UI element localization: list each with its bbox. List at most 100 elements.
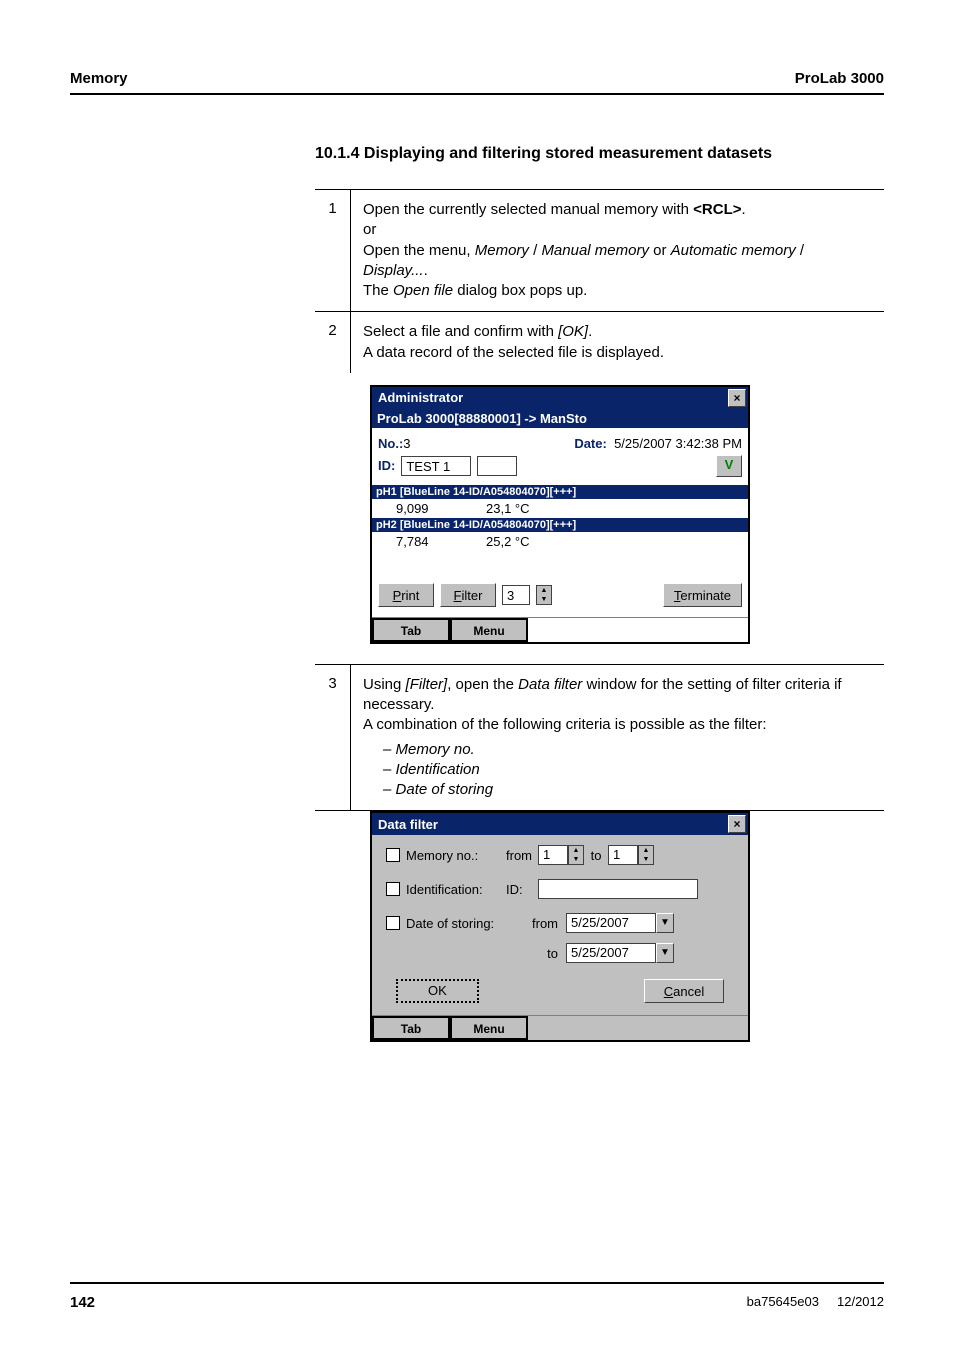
- step1-textb: .: [742, 201, 746, 218]
- spinner-down-icon[interactable]: ▼: [537, 595, 551, 604]
- ph2-val2: 25,2 °C: [486, 534, 576, 549]
- spinner-up-icon[interactable]: ▲: [569, 846, 583, 855]
- identification-label: Identification:: [406, 882, 506, 897]
- doc-id: ba75645e03: [747, 1294, 819, 1309]
- rcl-key: <RCL>: [693, 201, 741, 218]
- data-filter-ref: Data filter: [518, 676, 582, 693]
- filter-u: F: [454, 588, 462, 603]
- step-2-body: Select a file and confirm with [OK]. A d…: [351, 312, 884, 373]
- date-of-storing-checkbox[interactable]: [386, 916, 400, 930]
- s3-l1b: , open the: [447, 676, 518, 693]
- step2-dot: .: [588, 323, 592, 340]
- close-icon-2[interactable]: ×: [728, 815, 746, 833]
- cancel-button[interactable]: Cancel: [644, 979, 724, 1003]
- sep1: /: [529, 242, 542, 259]
- bullet-identification: Identification: [383, 760, 872, 780]
- sep3: /: [796, 242, 804, 259]
- menu-button[interactable]: Menu: [450, 618, 528, 642]
- step-3-body: Using [Filter], open the Data filter win…: [351, 665, 884, 811]
- cancel-rest: ancel: [673, 984, 704, 999]
- bullet-memory-no: Memory no.: [383, 740, 872, 760]
- ph1-header: pH1 [BlueLine 14-ID/A054804070][+++]: [372, 485, 748, 499]
- step1-l3b: dialog box pops up.: [453, 282, 587, 299]
- ok-button[interactable]: OK: [396, 979, 479, 1003]
- step1-text: Open the currently selected manual memor…: [363, 201, 693, 218]
- filter-rest: ilter: [462, 588, 483, 603]
- id-input[interactable]: TEST 1: [401, 456, 471, 476]
- memory-to-input[interactable]: 1: [608, 845, 638, 865]
- cancel-u: C: [664, 984, 673, 999]
- spinner-value[interactable]: 3: [502, 585, 530, 605]
- terminate-button[interactable]: Terminate: [663, 583, 742, 607]
- memory-from-spinner[interactable]: ▲▼: [568, 845, 584, 865]
- no-value: 3: [403, 436, 410, 451]
- spinner-control[interactable]: ▲▼: [536, 585, 552, 605]
- memory-to-spinner[interactable]: ▲▼: [638, 845, 654, 865]
- ph2-header: pH2 [BlueLine 14-ID/A054804070][+++]: [372, 518, 748, 532]
- tab-button-2[interactable]: Tab: [372, 1016, 450, 1040]
- identification-checkbox[interactable]: [386, 882, 400, 896]
- data-filter-dialog: Data filter × Memory no.: from 1 ▲▼ to 1…: [370, 811, 750, 1042]
- step2-l2: A data record of the selected file is di…: [363, 344, 664, 361]
- open-file-em: Open file: [393, 282, 453, 299]
- ph2-val1: 7,784: [396, 534, 486, 549]
- spinner-up-icon[interactable]: ▲: [537, 586, 551, 595]
- step1-or: or: [363, 221, 376, 238]
- date-label: Date:: [574, 436, 607, 451]
- s3-l1a: Using: [363, 676, 406, 693]
- id-sub-label: ID:: [506, 882, 538, 897]
- spinner-down-icon[interactable]: ▼: [569, 855, 583, 864]
- sep2: or: [649, 242, 671, 259]
- tab-button[interactable]: Tab: [372, 618, 450, 642]
- to-label: to: [584, 848, 608, 863]
- memory-no-label: Memory no.:: [406, 848, 506, 863]
- dialog2-title: Data filter: [378, 817, 438, 832]
- header-rule: [70, 93, 884, 95]
- ph1-val2: 23,1 °C: [486, 501, 576, 516]
- menu-display: Display...: [363, 262, 424, 279]
- date-to-dropdown-icon[interactable]: ▼: [656, 943, 674, 963]
- menu-manual-memory: Manual memory: [541, 242, 649, 259]
- from-label: from: [506, 848, 538, 863]
- step-1-number: 1: [315, 190, 351, 311]
- spinner-up-icon[interactable]: ▲: [639, 846, 653, 855]
- date-from-input[interactable]: 5/25/2007: [566, 913, 656, 933]
- memory-no-checkbox[interactable]: [386, 848, 400, 862]
- date-to-label: to: [526, 946, 566, 961]
- page-footer: 142 ba75645e03 12/2012: [70, 1282, 884, 1311]
- filter-ref: [Filter]: [406, 676, 448, 693]
- ph1-val1: 9,099: [396, 501, 486, 516]
- print-rest: rint: [401, 588, 419, 603]
- id-label: ID:: [378, 458, 395, 473]
- dialog1-subtitle: ProLab 3000[88880001] -> ManSto: [372, 409, 748, 428]
- section-title: 10.1.4 Displaying and filtering stored m…: [315, 145, 884, 163]
- print-u: P: [393, 588, 402, 603]
- step-2-number: 2: [315, 312, 351, 373]
- date-from-label: from: [526, 916, 566, 931]
- page-number: 142: [70, 1294, 95, 1311]
- s3-l2: A combination of the following criteria …: [363, 716, 767, 733]
- close-icon[interactable]: ×: [728, 389, 746, 407]
- header-right: ProLab 3000: [795, 70, 884, 87]
- ph2-row: 7,784 25,2 °C: [372, 532, 748, 551]
- filter-button[interactable]: Filter: [440, 583, 496, 607]
- step-3-number: 3: [315, 665, 351, 811]
- menu-memory: Memory: [475, 242, 529, 259]
- dialog1-title: Administrator: [378, 390, 463, 405]
- ph1-row: 9,099 23,1 °C: [372, 499, 748, 518]
- memory-from-input[interactable]: 1: [538, 845, 568, 865]
- doc-date: 12/2012: [837, 1294, 884, 1309]
- spinner-down-icon[interactable]: ▼: [639, 855, 653, 864]
- identification-input[interactable]: [538, 879, 698, 899]
- ok-ref: [OK]: [558, 323, 588, 340]
- menu-button-2[interactable]: Menu: [450, 1016, 528, 1040]
- step2-l1a: Select a file and confirm with: [363, 323, 558, 340]
- date-to-input[interactable]: 5/25/2007: [566, 943, 656, 963]
- date-from-dropdown-icon[interactable]: ▼: [656, 913, 674, 933]
- id-input-2[interactable]: [477, 456, 517, 476]
- header-left: Memory: [70, 70, 128, 87]
- v-button[interactable]: V: [716, 455, 742, 477]
- step-1-body: Open the currently selected manual memor…: [351, 190, 884, 311]
- bullet-date-of-storing: Date of storing: [383, 780, 872, 800]
- print-button[interactable]: Print: [378, 583, 434, 607]
